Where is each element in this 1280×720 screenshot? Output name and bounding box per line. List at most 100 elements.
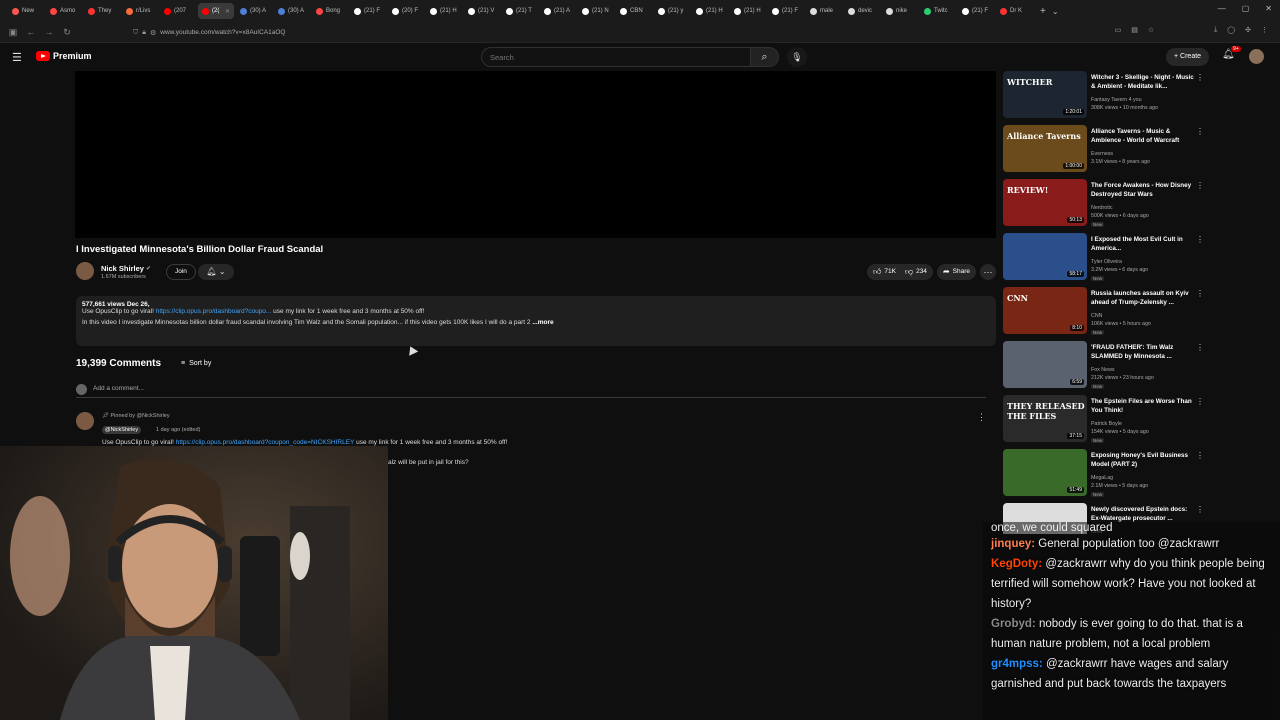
- browser-tab[interactable]: (21) T: [502, 3, 538, 19]
- recommended-video[interactable]: THEY RELEASED THE FILES 37:15 The Epstein …: [1003, 395, 1208, 443]
- recommended-video[interactable]: 51:49 Exposing Honey's Evil Business Mode…: [1003, 449, 1208, 497]
- chat-username[interactable]: jinquey:: [991, 538, 1035, 550]
- sort-by-button[interactable]: ≡ Sort by: [181, 360, 211, 367]
- show-more-link[interactable]: ...more: [532, 319, 553, 326]
- description-box[interactable]: 577,661 views Dec 26, Use OpusClip to go…: [76, 296, 996, 346]
- browser-tab[interactable]: (21) F: [350, 3, 386, 19]
- browser-tab[interactable]: Bong: [312, 3, 348, 19]
- video-menu-icon[interactable]: ⋮: [1196, 289, 1204, 298]
- recommended-video[interactable]: 6:59 'FRAUD FATHER': Tim Walz SLAMMED by …: [1003, 341, 1208, 389]
- menu-icon[interactable]: ☰: [12, 51, 22, 64]
- shield-icon[interactable]: ⛉: [133, 29, 138, 37]
- recommended-title[interactable]: The Force Awakens - How Disney Destroyed…: [1091, 182, 1195, 199]
- recommended-channel[interactable]: CNN: [1091, 313, 1102, 319]
- new-tab-button[interactable]: +: [1040, 6, 1046, 17]
- recommended-video[interactable]: 58:17 I Exposed the Most Evil Cult in Ame…: [1003, 233, 1208, 281]
- recommended-video[interactable]: REVIEW! 50:13 The Force Awakens - How Disn…: [1003, 179, 1208, 227]
- back-icon[interactable]: ←: [22, 27, 40, 37]
- recommended-channel[interactable]: Nerdrotic: [1091, 205, 1113, 211]
- browser-tab[interactable]: They: [84, 3, 120, 19]
- browser-tab[interactable]: Asmo: [46, 3, 82, 19]
- video-menu-icon[interactable]: ⋮: [1196, 451, 1204, 460]
- address-bar[interactable]: ⛉ 🔒︎ ⚙ www.youtube.com/watch?v=x8AuICA1a…: [133, 25, 1063, 40]
- recommended-title[interactable]: Alliance Taverns - Music & Ambience - Wo…: [1091, 128, 1195, 145]
- more-actions-button[interactable]: ⋯: [980, 264, 996, 280]
- create-button[interactable]: + Create: [1166, 48, 1210, 66]
- minimize-icon[interactable]: —: [1218, 4, 1226, 13]
- video-thumbnail[interactable]: 51:49: [1003, 449, 1087, 496]
- video-menu-icon[interactable]: ⋮: [1196, 127, 1204, 136]
- video-thumbnail[interactable]: CNN 8:10: [1003, 287, 1087, 334]
- browser-tab[interactable]: (21) A: [540, 3, 576, 19]
- comment-time[interactable]: 1 day ago (edited): [156, 427, 200, 433]
- tab-search-icon[interactable]: ⌄: [1052, 7, 1059, 16]
- video-thumbnail[interactable]: Alliance Taverns 1:00:00: [1003, 125, 1087, 172]
- account-avatar[interactable]: [1249, 49, 1264, 64]
- thumbs-up-icon[interactable]: 👍︎: [873, 264, 881, 280]
- browser-tab[interactable]: (21) y: [654, 3, 690, 19]
- promo-link[interactable]: https://clip.opus.pro/dashboard?coupo...: [156, 308, 272, 315]
- video-player[interactable]: [75, 71, 996, 238]
- recommended-title[interactable]: 'FRAUD FATHER': Tim Walz SLAMMED by Minn…: [1091, 344, 1195, 361]
- voice-search-button[interactable]: 🎙︎: [787, 47, 807, 67]
- recommended-title[interactable]: Russia launches assault on Kyiv ahead of…: [1091, 290, 1195, 307]
- menu-icon[interactable]: ⋮: [1261, 26, 1268, 34]
- recommended-video[interactable]: Alliance Taverns 1:00:00 Alliance Taverns …: [1003, 125, 1208, 173]
- share-button[interactable]: ➦ Share: [936, 264, 976, 280]
- browser-tab[interactable]: CBN: [616, 3, 652, 19]
- subscription-bell-button[interactable]: 🔔︎ ⌄: [198, 264, 234, 280]
- video-menu-icon[interactable]: ⋮: [1196, 181, 1204, 190]
- recommended-channel[interactable]: MegaLag: [1091, 475, 1113, 481]
- browser-tab[interactable]: (21) H: [692, 3, 728, 19]
- browser-tab[interactable]: New: [8, 3, 44, 19]
- browser-tab[interactable]: nike: [882, 3, 918, 19]
- comment-link[interactable]: https://clip.opus.pro/dashboard?coupon_c…: [176, 439, 355, 446]
- close-icon[interactable]: ✕: [1265, 4, 1272, 13]
- video-thumbnail[interactable]: WITCHER 1:20:01: [1003, 71, 1087, 118]
- recommended-title[interactable]: The Epstein Files are Worse Than You Thi…: [1091, 398, 1195, 415]
- like-count[interactable]: 71K: [884, 264, 896, 280]
- video-thumbnail[interactable]: 6:59: [1003, 341, 1087, 388]
- browser-tab[interactable]: (2(✕: [198, 3, 234, 19]
- channel-name[interactable]: Nick Shirley: [101, 264, 144, 273]
- browser-tab[interactable]: (30) A: [236, 3, 272, 19]
- extensions-icon[interactable]: ✣: [1245, 26, 1251, 34]
- browser-tab[interactable]: r/Livs: [122, 3, 158, 19]
- commenter-avatar[interactable]: [76, 412, 94, 430]
- chat-username[interactable]: Grobyd:: [991, 618, 1036, 630]
- reload-icon[interactable]: ↻: [58, 27, 76, 38]
- browser-tab[interactable]: Dr K: [996, 3, 1032, 19]
- browser-tab[interactable]: male: [806, 3, 842, 19]
- video-menu-icon[interactable]: ⋮: [1196, 235, 1204, 244]
- recommended-channel[interactable]: Everness: [1091, 151, 1113, 157]
- recommended-title[interactable]: Witcher 3 - Skellige - Night - Music & A…: [1091, 74, 1195, 91]
- picture-in-picture-icon[interactable]: ▭: [1115, 26, 1122, 34]
- chat-username[interactable]: gr4mpss:: [991, 658, 1043, 670]
- browser-tab[interactable]: (21) V: [464, 3, 500, 19]
- dislike-count[interactable]: 234: [916, 264, 927, 280]
- account-icon[interactable]: ◯: [1227, 26, 1235, 34]
- browser-tab[interactable]: (21) N: [578, 3, 614, 19]
- browser-tab[interactable]: (21) H: [730, 3, 766, 19]
- channel-avatar[interactable]: [76, 262, 94, 280]
- youtube-logo[interactable]: Premium: [36, 51, 92, 61]
- browser-tab[interactable]: (21) F: [958, 3, 994, 19]
- join-button[interactable]: Join: [166, 264, 196, 280]
- browser-tab[interactable]: (20) F: [388, 3, 424, 19]
- video-thumbnail[interactable]: 58:17: [1003, 233, 1087, 280]
- add-comment-field[interactable]: Add a comment...: [76, 384, 986, 398]
- recommended-video[interactable]: CNN 8:10 Russia launches assault on Kyiv a…: [1003, 287, 1208, 335]
- recommended-channel[interactable]: Tyler Oliveira: [1091, 259, 1122, 265]
- recommended-channel[interactable]: Fantasy Tavern 4 you: [1091, 97, 1142, 103]
- video-menu-icon[interactable]: ⋮: [1196, 505, 1204, 514]
- lock-icon[interactable]: 🔒︎: [142, 29, 146, 37]
- video-thumbnail[interactable]: REVIEW! 50:13: [1003, 179, 1087, 226]
- sidebar-toggle-icon[interactable]: ▣: [4, 27, 22, 38]
- tune-icon[interactable]: ⚙: [150, 29, 156, 37]
- tab-close-icon[interactable]: ✕: [225, 8, 230, 15]
- browser-tab[interactable]: (207: [160, 3, 196, 19]
- browser-tab[interactable]: (21) H: [426, 3, 462, 19]
- video-menu-icon[interactable]: ⋮: [1196, 397, 1204, 406]
- maximize-icon[interactable]: ▢: [1242, 4, 1250, 13]
- search-button[interactable]: ⌕: [751, 47, 779, 67]
